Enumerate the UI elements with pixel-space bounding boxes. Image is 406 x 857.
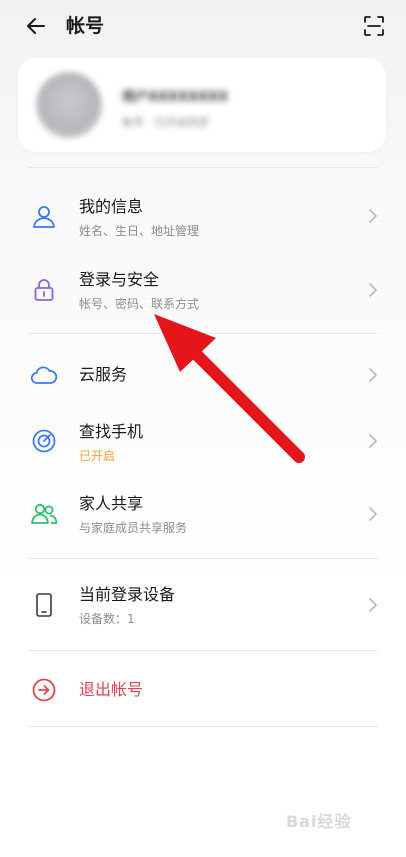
account-page: 帐号 用户XXXXXXXX 帐号 · 已开启同步 我的信息 姓名、生日、地址管理 <box>0 0 406 857</box>
profile-subtitle: 帐号 · 已开启同步 <box>122 116 210 129</box>
menu-item-find-phone[interactable]: 查找手机 已开启 <box>0 420 406 476</box>
divider <box>28 333 378 334</box>
menu-item-title: 家人共享 <box>79 494 144 513</box>
divider <box>28 726 378 727</box>
avatar <box>36 72 102 138</box>
watermark: Bai经验 <box>286 812 352 831</box>
chevron-right-icon <box>366 596 380 614</box>
header-bar: 帐号 <box>0 0 406 52</box>
menu-item-subtitle: 设备数：1 <box>79 612 135 626</box>
logout-label: 退出帐号 <box>79 680 144 699</box>
target-icon <box>30 427 58 455</box>
menu-item-current-device[interactable]: 当前登录设备 设备数：1 <box>0 583 406 639</box>
menu-item-title: 我的信息 <box>79 197 144 216</box>
menu-item-login-security[interactable]: 登录与安全 帐号、密码、联系方式 <box>0 263 406 319</box>
scan-button[interactable] <box>358 10 390 42</box>
profile-name: 用户XXXXXXXX <box>122 90 229 105</box>
people-icon <box>30 500 58 528</box>
chevron-right-icon <box>366 432 380 450</box>
person-icon <box>30 202 58 230</box>
menu-item-title: 查找手机 <box>79 422 144 441</box>
logout-button[interactable]: 退出帐号 <box>0 672 406 708</box>
cloud-icon <box>30 361 58 389</box>
menu-item-title: 当前登录设备 <box>79 585 176 604</box>
menu-item-subtitle: 与家庭成员共享服务 <box>79 521 188 535</box>
menu-item-subtitle: 姓名、生日、地址管理 <box>79 224 200 238</box>
menu-item-title: 登录与安全 <box>79 270 160 289</box>
back-arrow-icon <box>27 18 45 34</box>
menu-item-family-share[interactable]: 家人共享 与家庭成员共享服务 <box>0 492 406 548</box>
chevron-right-icon <box>366 207 380 225</box>
divider <box>28 558 378 559</box>
chevron-right-icon <box>366 505 380 523</box>
phone-icon <box>30 591 58 619</box>
lock-icon <box>30 276 58 304</box>
profile-card[interactable]: 用户XXXXXXXX 帐号 · 已开启同步 <box>18 58 386 152</box>
chevron-right-icon <box>366 281 380 299</box>
status-text: 已开启 <box>79 449 116 463</box>
card-fade <box>306 58 386 152</box>
menu-item-subtitle: 帐号、密码、联系方式 <box>79 297 200 311</box>
menu-item-title: 云服务 <box>79 365 128 384</box>
divider <box>28 650 378 651</box>
page-title: 帐号 <box>66 15 105 37</box>
divider <box>28 167 378 168</box>
back-button[interactable] <box>20 10 52 42</box>
exit-arrow-icon <box>30 676 58 704</box>
chevron-right-icon <box>366 366 380 384</box>
menu-item-my-info[interactable]: 我的信息 姓名、生日、地址管理 <box>0 190 406 246</box>
menu-item-cloud[interactable]: 云服务 <box>0 355 406 395</box>
scan-icon <box>364 16 384 36</box>
